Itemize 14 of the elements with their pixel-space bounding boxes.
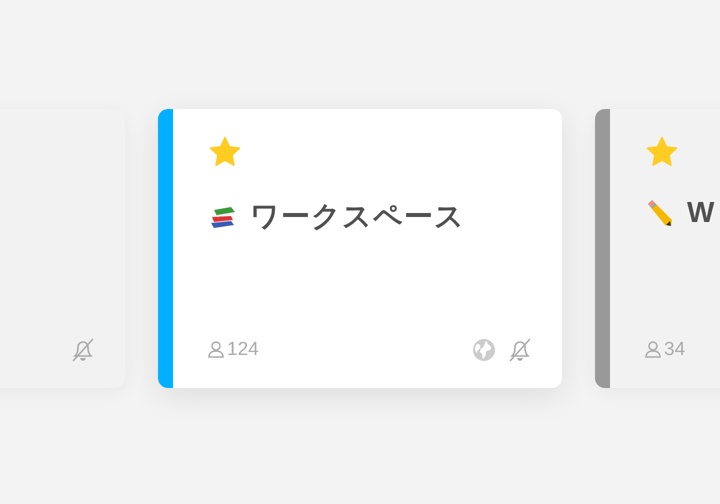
person-icon	[645, 341, 661, 358]
pencil-icon	[645, 198, 675, 228]
bell-off-icon[interactable]	[508, 336, 532, 362]
workspace-card[interactable]: W 34	[595, 108, 720, 388]
member-count: 34	[664, 338, 686, 360]
workspace-title: W	[687, 196, 716, 230]
star-icon[interactable]	[208, 136, 242, 168]
workspace-card[interactable]: ワークスペース 124	[158, 108, 562, 388]
bell-off-icon[interactable]	[71, 336, 95, 362]
star-icon[interactable]	[645, 136, 679, 168]
globe-icon[interactable]	[472, 338, 496, 362]
person-icon	[208, 341, 224, 358]
member-count: 124	[227, 338, 259, 360]
workspace-title: ワークスペース	[250, 200, 465, 234]
